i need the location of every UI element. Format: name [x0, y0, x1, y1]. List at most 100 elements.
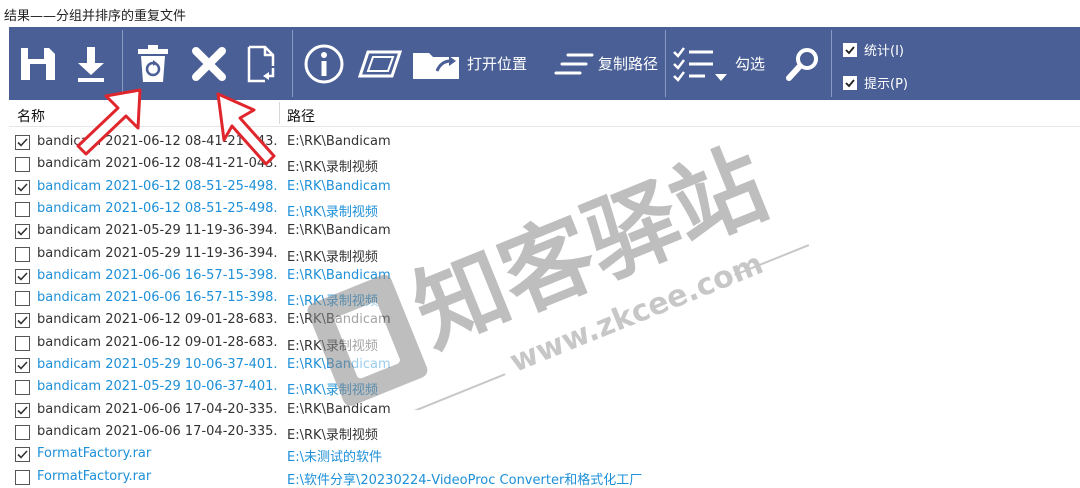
table-row[interactable]: bandicam 2021-05-29 10-06-37-401.... E:\R…	[9, 376, 1080, 398]
row-name: bandicam 2021-06-06 16-57-15-398....	[37, 290, 277, 306]
open-location-label: 打开位置	[467, 55, 528, 73]
row-path: E:\RK\Bandicam	[287, 312, 391, 328]
delete-x-icon	[192, 46, 226, 81]
row-name: FormatFactory.rar	[37, 468, 152, 484]
table-row[interactable]: bandicam 2021-06-06 17-04-20-335.... E:\R…	[9, 421, 1080, 443]
row-path: E:\RK\录制视频	[287, 204, 378, 220]
table-row[interactable]: bandicam 2021-06-06 16-57-15-398.... E:\R…	[9, 265, 1080, 287]
row-path: E:\RK\录制视频	[287, 338, 378, 354]
row-path: E:\RK\Bandicam	[287, 134, 391, 149]
move-file-icon	[247, 45, 275, 82]
table-row[interactable]: bandicam 2021-06-12 08-41-21-043.... E:\R…	[9, 153, 1080, 175]
row-checkbox[interactable]	[15, 335, 30, 351]
copy-path-button[interactable]: 复制路径	[554, 27, 666, 100]
row-name: FormatFactory.rar	[37, 446, 152, 462]
info-button[interactable]	[299, 27, 349, 100]
row-path: E:\RK\录制视频	[287, 160, 378, 176]
toolbar-separator	[665, 30, 666, 97]
row-checkbox[interactable]	[15, 358, 30, 373]
row-name: bandicam 2021-05-29 10-06-37-401....	[37, 357, 277, 372]
row-path: E:\未测试的软件	[287, 450, 382, 466]
row-name: bandicam 2021-06-06 16-57-15-398....	[37, 267, 277, 283]
save-button[interactable]	[17, 27, 59, 100]
row-name: bandicam 2021-06-12 09-01-28-683....	[37, 334, 277, 350]
row-path: E:\RK\录制视频	[287, 427, 378, 443]
row-name: bandicam 2021-06-06 17-04-20-335....	[37, 423, 277, 439]
table-row[interactable]: bandicam 2021-06-12 08-41-21-043.... E:\R…	[9, 131, 1080, 153]
window-title: 结果——分组并排序的重复文件	[4, 9, 187, 24]
copy-path-label: 复制路径	[598, 55, 659, 73]
row-checkbox[interactable]	[15, 469, 30, 485]
search-icon	[786, 47, 818, 81]
row-checkbox[interactable]	[15, 447, 30, 463]
check-select-button[interactable]: 勾选	[671, 27, 775, 100]
table-row[interactable]: bandicam 2021-05-29 10-06-37-401.... E:\R…	[9, 354, 1080, 376]
table-row[interactable]: bandicam 2021-06-12 09-01-28-683.... E:\R…	[9, 309, 1080, 331]
row-checkbox[interactable]	[15, 246, 30, 262]
table-row[interactable]: bandicam 2021-06-12 08-51-25-498.... E:\R…	[9, 176, 1080, 198]
row-checkbox[interactable]	[15, 380, 30, 396]
stats-check-box[interactable]	[843, 42, 857, 57]
copy-path-icon	[554, 53, 594, 74]
check-label: 勾选	[735, 55, 766, 73]
row-checkbox[interactable]	[15, 135, 30, 150]
row-checkbox[interactable]	[15, 224, 30, 240]
tips-label: 提示(P)	[864, 77, 908, 92]
stats-label: 统计(I)	[864, 44, 904, 59]
toolbar-separator	[831, 30, 832, 97]
table-row[interactable]: bandicam 2021-06-12 08-51-25-498.... E:\R…	[9, 198, 1080, 220]
row-checkbox[interactable]	[15, 402, 30, 418]
row-checkbox[interactable]	[15, 424, 30, 440]
row-path: E:\RK\Bandicam	[287, 178, 391, 194]
row-name: bandicam 2021-05-29 11-19-36-394....	[37, 245, 277, 261]
row-name: bandicam 2021-06-12 09-01-28-683....	[37, 312, 277, 328]
list-header: 名称 路径	[9, 100, 1080, 127]
row-checkbox[interactable]	[15, 268, 30, 284]
table-row[interactable]: bandicam 2021-05-29 11-19-36-394.... E:\R…	[9, 243, 1080, 265]
recycle-bin-icon	[138, 44, 168, 82]
checklist-icon	[673, 46, 727, 82]
row-checkbox[interactable]	[15, 179, 30, 195]
row-name: bandicam 2021-05-29 11-19-36-394....	[37, 223, 277, 239]
row-name: bandicam 2021-06-12 08-51-25-498....	[37, 178, 277, 194]
title-bar: 结果——分组并排序的重复文件	[0, 0, 1080, 27]
red-arrow-annotation-2	[216, 92, 276, 166]
column-header-name[interactable]: 名称	[17, 106, 45, 126]
row-path: E:\RK\Bandicam	[287, 401, 391, 417]
table-row[interactable]: bandicam 2021-06-12 09-01-28-683.... E:\R…	[9, 332, 1080, 354]
row-path: E:\RK\Bandicam	[287, 357, 391, 372]
search-button[interactable]	[781, 27, 825, 100]
row-checkbox[interactable]	[15, 291, 30, 307]
tips-checkbox[interactable]: 提示(P)	[843, 73, 908, 92]
table-row[interactable]: bandicam 2021-06-06 16-57-15-398.... E:\R…	[9, 287, 1080, 309]
row-path: E:\RK\录制视频	[287, 294, 378, 310]
table-row[interactable]: FormatFactory.rar E:\软件分享\20230224-VideoP…	[9, 466, 1080, 488]
red-arrow-annotation-1	[76, 88, 142, 156]
open-location-icon	[413, 52, 459, 79]
row-path: E:\软件分享\20230224-VideoProc Converter和格式化…	[287, 472, 643, 488]
save-icon	[21, 47, 55, 80]
row-name: bandicam 2021-06-12 08-51-25-498....	[37, 200, 277, 216]
table-row[interactable]: bandicam 2021-06-06 17-04-20-335.... E:\R…	[9, 399, 1080, 421]
rename-button[interactable]	[354, 27, 406, 100]
column-header-path[interactable]: 路径	[287, 106, 315, 126]
results-list: 名称 路径 bandicam 2021-06-12 08-41-21-043..…	[9, 100, 1080, 488]
row-path: E:\RK\录制视频	[287, 249, 378, 265]
toolbar-separator	[292, 30, 293, 97]
stats-checkbox[interactable]: 统计(I)	[843, 40, 904, 59]
table-row[interactable]: FormatFactory.rar E:\未测试的软件	[9, 443, 1080, 465]
tips-check-box[interactable]	[843, 75, 857, 90]
row-name: bandicam 2021-05-29 10-06-37-401....	[37, 379, 277, 395]
row-path: E:\RK\Bandicam	[287, 267, 391, 283]
row-checkbox[interactable]	[15, 313, 30, 329]
row-checkbox[interactable]	[15, 157, 30, 173]
open-location-button[interactable]: 打开位置	[411, 27, 533, 100]
row-path: E:\RK\Bandicam	[287, 223, 391, 239]
download-icon	[78, 46, 104, 82]
row-checkbox[interactable]	[15, 201, 30, 217]
row-name: bandicam 2021-06-06 17-04-20-335....	[37, 401, 277, 417]
info-icon	[304, 44, 344, 83]
row-path: E:\RK\录制视频	[287, 383, 378, 399]
toolbar: 打开位置 复制路径 勾选 统计(I) 提示(P)	[9, 27, 1080, 100]
table-row[interactable]: bandicam 2021-05-29 11-19-36-394.... E:\R…	[9, 220, 1080, 242]
